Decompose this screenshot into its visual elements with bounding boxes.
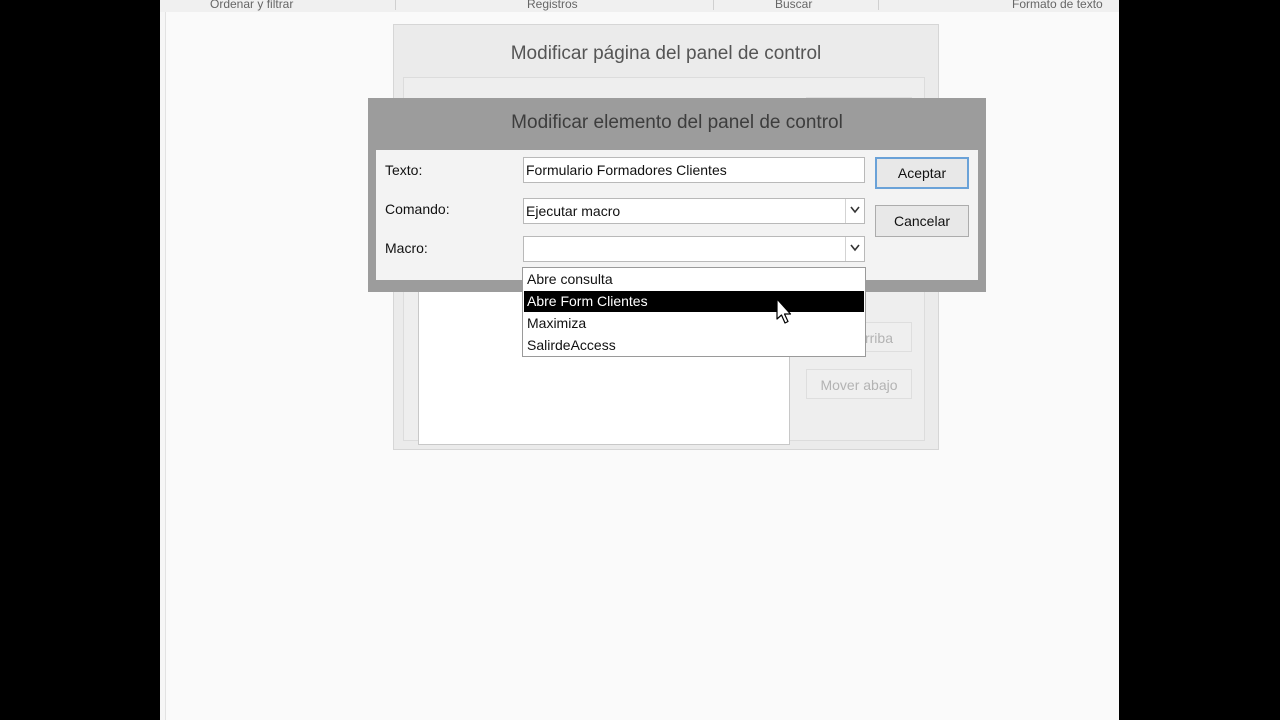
macro-label: Macro: xyxy=(385,240,428,256)
dropdown-option-maximiza[interactable]: Maximiza xyxy=(524,313,864,334)
chevron-down-icon[interactable] xyxy=(845,199,864,223)
ribbon-separator xyxy=(713,0,714,10)
macro-dropdown-list: Abre consulta Abre Form Clientes Maximiz… xyxy=(522,267,866,357)
edit-switchboard-item-dialog: Modificar elemento del panel de control … xyxy=(368,98,986,292)
dropdown-option-salirdeaccess[interactable]: SalirdeAccess xyxy=(524,335,864,356)
texto-label: Texto: xyxy=(385,162,423,178)
dialog-title: Modificar página del panel de control xyxy=(510,43,822,64)
ribbon-group-formato-texto: Formato de texto xyxy=(1012,0,1103,11)
comando-label: Comando: xyxy=(385,201,450,217)
ribbon-group-labels: Ordenar y filtrar Registros Buscar Forma… xyxy=(160,0,1119,12)
ribbon-separator xyxy=(395,0,396,10)
chevron-down-icon[interactable] xyxy=(845,237,864,261)
texto-field[interactable]: Formulario Formadores Clientes xyxy=(523,157,865,183)
comando-value: Ejecutar macro xyxy=(526,203,621,219)
cancel-button[interactable]: Cancelar xyxy=(875,205,969,237)
dropdown-option-abre-consulta[interactable]: Abre consulta xyxy=(524,269,864,290)
dropdown-option-abre-form-clientes[interactable]: Abre Form Clientes xyxy=(524,291,864,312)
ribbon-group-buscar: Buscar xyxy=(775,0,813,11)
ribbon-group-ordenar-filtrar: Ordenar y filtrar xyxy=(210,0,294,11)
accept-button[interactable]: Aceptar xyxy=(875,157,969,189)
dialog-title: Modificar elemento del panel de control xyxy=(511,112,843,133)
move-down-button[interactable]: Mover abajo xyxy=(806,369,912,399)
comando-combo[interactable]: Ejecutar macro xyxy=(523,198,865,224)
macro-combo[interactable] xyxy=(523,236,865,262)
mouse-cursor-icon xyxy=(776,298,792,324)
dialog-body: Texto: Formulario Formadores Clientes Co… xyxy=(376,150,978,280)
ribbon-group-registros: Registros xyxy=(527,0,578,11)
ribbon-separator xyxy=(878,0,879,10)
